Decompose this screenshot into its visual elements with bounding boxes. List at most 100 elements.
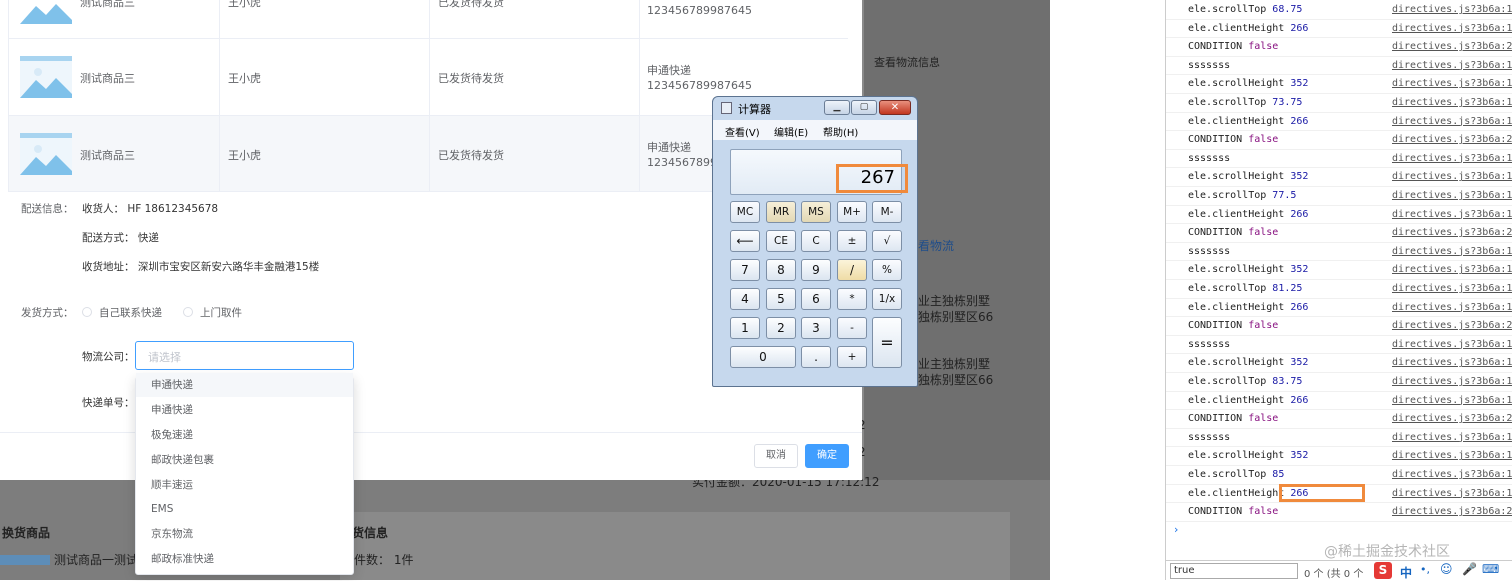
- console-source-link[interactable]: directives.js?3b6a:1: [1392, 469, 1512, 480]
- console-source-link[interactable]: directives.js?3b6a:1: [1392, 264, 1512, 275]
- dropdown-option[interactable]: 申通快递: [136, 398, 353, 422]
- backspace-button[interactable]: ⟵: [730, 230, 760, 252]
- menu-help[interactable]: 帮助(H): [823, 124, 858, 139]
- console-source-link[interactable]: directives.js?3b6a:1: [1392, 23, 1512, 34]
- console-source-link[interactable]: directives.js?3b6a:1: [1392, 339, 1512, 350]
- ce-button[interactable]: CE: [766, 230, 796, 252]
- console-source-link[interactable]: directives.js?3b6a:1: [1392, 4, 1512, 15]
- ime-mode-indicator[interactable]: 中: [1400, 564, 1412, 581]
- console-source-link[interactable]: directives.js?3b6a:1: [1392, 97, 1512, 108]
- minimize-button[interactable]: ▁: [824, 100, 850, 115]
- console-source-link[interactable]: directives.js?3b6a:1: [1392, 116, 1512, 127]
- calculator-app-icon: [721, 102, 732, 114]
- menu-edit[interactable]: 编辑(E): [774, 124, 808, 139]
- microphone-icon[interactable]: 🎤: [1462, 562, 1477, 576]
- console-source-link[interactable]: directives.js?3b6a:1: [1392, 488, 1512, 499]
- dropdown-option[interactable]: 邮政快递包裹: [136, 448, 353, 472]
- reciprocal-button[interactable]: 1/x: [872, 288, 902, 310]
- digit-5-button[interactable]: 5: [766, 288, 796, 310]
- maximize-button[interactable]: ▢: [851, 100, 877, 115]
- console-label: ele.clientHeight: [1188, 394, 1291, 406]
- console-source-link[interactable]: directives.js?3b6a:1: [1392, 357, 1512, 368]
- dropdown-option[interactable]: 顺丰速运: [136, 473, 353, 497]
- subtract-button[interactable]: -: [837, 317, 867, 339]
- add-button[interactable]: +: [837, 346, 867, 368]
- emoji-icon[interactable]: ☺: [1440, 562, 1453, 576]
- console-source-link[interactable]: directives.js?3b6a:1: [1392, 432, 1512, 443]
- dropdown-option[interactable]: 申通快递: [136, 373, 353, 397]
- radio-self-ship-label[interactable]: 自己联系快递: [99, 305, 162, 320]
- console-source-link[interactable]: directives.js?3b6a:1: [1392, 246, 1512, 257]
- digit-3-button[interactable]: 3: [801, 317, 831, 339]
- console-source-link[interactable]: directives.js?3b6a:2: [1392, 320, 1512, 331]
- ms-button[interactable]: MS: [801, 201, 831, 223]
- console-source-link[interactable]: directives.js?3b6a:1: [1392, 190, 1512, 201]
- console-source-link[interactable]: directives.js?3b6a:1: [1392, 302, 1512, 313]
- digit-4-button[interactable]: 4: [730, 288, 760, 310]
- m-plus-button[interactable]: M+: [837, 201, 867, 223]
- digit-7-button[interactable]: 7: [730, 259, 760, 281]
- console-label: CONDITION: [1188, 227, 1249, 239]
- menu-view[interactable]: 查看(V): [725, 124, 760, 139]
- digit-9-button[interactable]: 9: [801, 259, 831, 281]
- console-source-link[interactable]: directives.js?3b6a:2: [1392, 134, 1512, 145]
- cancel-button[interactable]: 取消: [754, 444, 798, 468]
- console-source-link[interactable]: directives.js?3b6a:1: [1392, 450, 1512, 461]
- mc-button[interactable]: MC: [730, 201, 760, 223]
- digit-8-button[interactable]: 8: [766, 259, 796, 281]
- dropdown-option[interactable]: EMS: [136, 497, 353, 521]
- radio-self-ship[interactable]: [82, 307, 92, 317]
- table-border: [8, 0, 9, 192]
- console-source-link[interactable]: directives.js?3b6a:1: [1392, 283, 1512, 294]
- dropdown-option[interactable]: 京东物流: [136, 522, 353, 546]
- equals-button[interactable]: =: [872, 317, 902, 368]
- console-source-link[interactable]: directives.js?3b6a:1: [1392, 376, 1512, 387]
- console-source-link[interactable]: directives.js?3b6a:1: [1392, 171, 1512, 182]
- console-source-link[interactable]: directives.js?3b6a:1: [1392, 209, 1512, 220]
- console-source-link[interactable]: directives.js?3b6a:2: [1392, 227, 1512, 238]
- console-filter-input[interactable]: true: [1170, 563, 1298, 579]
- m-minus-button[interactable]: M-: [872, 201, 902, 223]
- console-message: sssssss: [1188, 153, 1230, 164]
- punctuation-icon[interactable]: •,: [1420, 563, 1430, 576]
- radio-pickup-label[interactable]: 上门取件: [200, 305, 242, 320]
- console-log-line: CONDITION false directives.js?3b6a:2: [1166, 410, 1512, 429]
- console-prompt[interactable]: ›: [1174, 523, 1178, 536]
- confirm-button[interactable]: 确定: [805, 444, 849, 468]
- c-button[interactable]: C: [801, 230, 831, 252]
- close-icon[interactable]: ✕: [879, 100, 911, 115]
- percent-button[interactable]: %: [872, 259, 902, 281]
- calculator-titlebar[interactable]: 计算器 ▁ ▢ ✕: [713, 97, 917, 119]
- watermark: @稀土掘金技术社区: [1324, 544, 1450, 560]
- decimal-button[interactable]: .: [801, 346, 831, 368]
- digit-0-button[interactable]: 0: [730, 346, 796, 368]
- console-source-link[interactable]: directives.js?3b6a:2: [1392, 41, 1512, 52]
- console-value: false: [1248, 506, 1279, 518]
- console-value: 352: [1290, 171, 1309, 183]
- dropdown-option[interactable]: 邮政标准快递: [136, 547, 353, 571]
- digit-6-button[interactable]: 6: [801, 288, 831, 310]
- console-source-link[interactable]: directives.js?3b6a:1: [1392, 153, 1512, 164]
- plus-minus-button[interactable]: ±: [837, 230, 867, 252]
- console-log-line: ele.clientHeight 266 directives.js?3b6a:1: [1166, 299, 1512, 318]
- console-label: ele.scrollTop: [1188, 469, 1273, 480]
- digit-1-button[interactable]: 1: [730, 317, 760, 339]
- console-log-line: sssssss directives.js?3b6a:1: [1166, 57, 1512, 76]
- radio-pickup[interactable]: [183, 307, 193, 317]
- console-source-link[interactable]: directives.js?3b6a:1: [1392, 395, 1512, 406]
- mr-button[interactable]: MR: [766, 201, 796, 223]
- digit-2-button[interactable]: 2: [766, 317, 796, 339]
- multiply-button[interactable]: *: [837, 288, 867, 310]
- logistics-company-select[interactable]: 请选择: [135, 341, 354, 370]
- sqrt-button[interactable]: √: [872, 230, 902, 252]
- console-source-link[interactable]: directives.js?3b6a:1: [1392, 78, 1512, 89]
- console-label: ele.scrollHeight: [1188, 450, 1291, 462]
- console-source-link[interactable]: directives.js?3b6a:2: [1392, 413, 1512, 424]
- dropdown-option[interactable]: 极兔速递: [136, 423, 353, 447]
- divide-button[interactable]: /: [837, 259, 867, 281]
- console-value: 352: [1290, 450, 1309, 462]
- console-label: ele.clientHeight: [1188, 208, 1291, 220]
- keyboard-icon[interactable]: ⌨: [1482, 562, 1499, 576]
- console-source-link[interactable]: directives.js?3b6a:2: [1392, 506, 1512, 517]
- console-source-link[interactable]: directives.js?3b6a:1: [1392, 60, 1512, 71]
